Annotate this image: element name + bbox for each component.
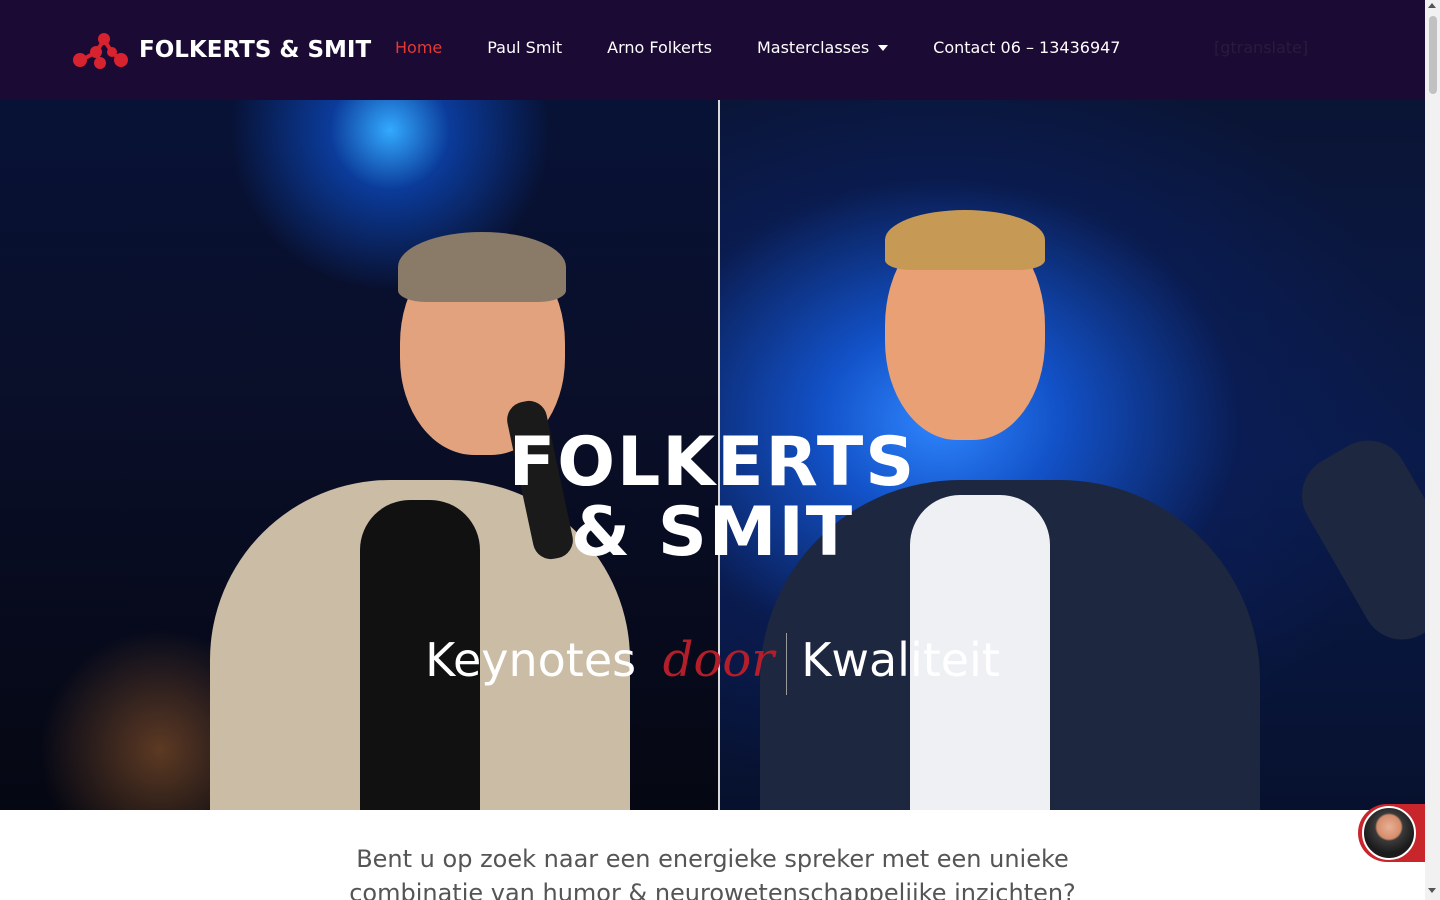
intro-line2: combinatie van humor & neurowetenschappe… (349, 879, 1076, 900)
nav-item-masterclasses[interactable]: Masterclasses (756, 38, 889, 57)
nav-label: Masterclasses (756, 38, 870, 57)
hero-title-line1: FOLKERTS (508, 423, 917, 502)
nav-item-arno-folkerts[interactable]: Arno Folkerts (607, 38, 712, 57)
intro-line1: Bent u op zoek naar een energieke spreke… (356, 845, 1069, 873)
molecule-logo-icon (73, 33, 128, 69)
main-nav: Home Paul Smit Arno Folkerts Masterclass… (395, 38, 1165, 57)
speaker-left-hair (398, 232, 566, 302)
speaker-right-hair (885, 210, 1045, 270)
nav-label: Home (395, 38, 443, 57)
subtitle-accent: door (662, 632, 775, 688)
page-scrollbar[interactable] (1425, 0, 1440, 900)
nav-label: Arno Folkerts (607, 38, 712, 57)
nav-item-home[interactable]: Home (395, 38, 442, 57)
site-logo[interactable]: FOLKERTS & SMIT (70, 30, 371, 70)
text-cursor (786, 632, 788, 695)
scroll-down-arrow-icon[interactable] (1428, 888, 1436, 893)
subtitle-left: Keynotes (425, 633, 637, 687)
logo-text: FOLKERTS & SMIT (139, 37, 372, 63)
nav-label: Contact 06 – 13436947 (933, 38, 1121, 57)
nav-item-paul-smit[interactable]: Paul Smit (487, 38, 562, 57)
hero-subtitle: Keynotes door Kwaliteit (0, 630, 1425, 695)
nav-label: Paul Smit (487, 38, 563, 57)
intro-text: Bent u op zoek naar een energieke spreke… (0, 842, 1425, 900)
scroll-up-arrow-icon[interactable] (1428, 3, 1436, 8)
chevron-down-icon (878, 44, 889, 51)
scrollbar-thumb[interactable] (1429, 16, 1437, 94)
chat-avatar-icon[interactable] (1362, 806, 1416, 860)
hero-title-line2: & SMIT (570, 493, 855, 572)
subtitle-right: Kwaliteit (801, 633, 1000, 687)
gtranslate-shortcode: [gtranslate] (1214, 38, 1309, 57)
hero-section: FOLKERTS & SMIT Keynotes door Kwaliteit (0, 100, 1425, 810)
hero-title: FOLKERTS & SMIT (0, 428, 1425, 568)
site-header: FOLKERTS & SMIT Home Paul Smit Arno Folk… (0, 0, 1425, 100)
nav-item-contact[interactable]: Contact 06 – 13436947 (933, 38, 1120, 57)
